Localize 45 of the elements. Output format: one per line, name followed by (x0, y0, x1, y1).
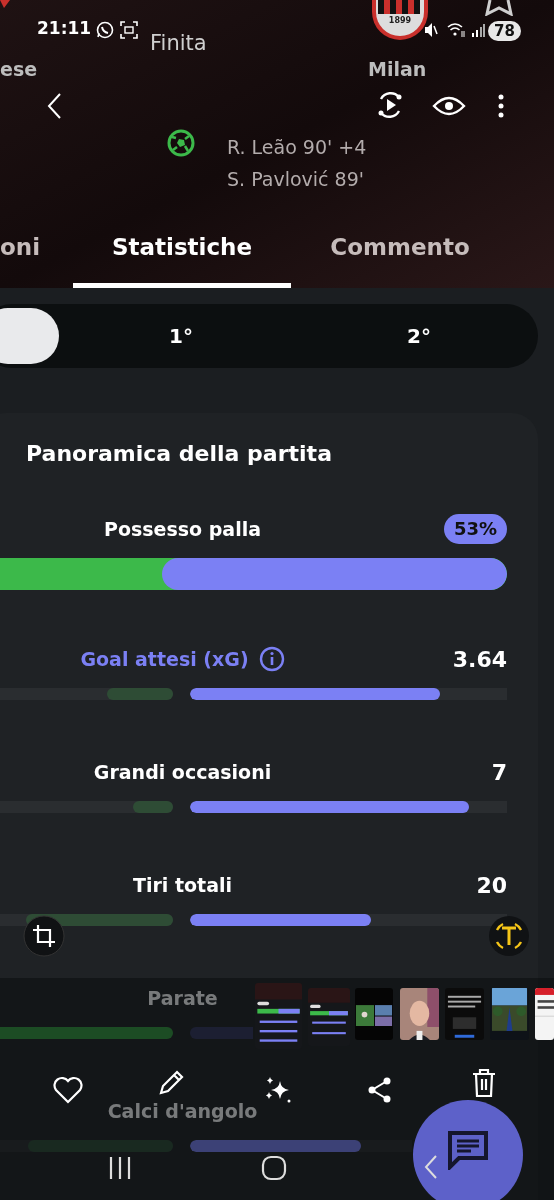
scorer-text: S. Pavlović 89' (227, 170, 364, 189)
tab[interactable]: Statistiche (73, 222, 291, 288)
sparkle-icon[interactable] (263, 1075, 293, 1105)
match-status: Finita (150, 33, 207, 54)
stat-label: Tiri totali (132, 872, 232, 898)
recent-apps-icon[interactable] (108, 1156, 132, 1180)
trash-icon[interactable] (471, 1068, 497, 1098)
stat-value: 20 (475, 871, 507, 900)
more-icon[interactable] (498, 94, 504, 118)
tab[interactable]: Commento (291, 222, 509, 288)
stat-label: Grandi occasioni (93, 759, 272, 785)
wifi-icon (447, 22, 465, 38)
status-time: 21:11 (37, 20, 92, 37)
stat-value: 3.64 (451, 645, 507, 674)
period-tab[interactable] (0, 308, 59, 364)
stat-value: 7 (490, 758, 507, 787)
stat-label: Goal attesi (xG) (80, 646, 249, 672)
stat-label: Parate (147, 985, 218, 1011)
tab[interactable]: oni (0, 222, 73, 288)
battery-indicator: 78 (488, 21, 521, 41)
stat-label: Possesso palla (102, 516, 262, 542)
eye-icon[interactable] (432, 94, 466, 118)
crest-text: 1899 (387, 17, 413, 25)
mute-icon (424, 22, 438, 38)
card-title: Panoramica della partita (26, 443, 333, 465)
ball-icon (167, 129, 195, 157)
share-icon[interactable] (367, 1076, 393, 1104)
screenshot-icon (120, 21, 138, 39)
stat-label: Calci d'angolo (107, 1098, 258, 1124)
team-name: Milan (368, 60, 427, 79)
info-icon[interactable] (258, 646, 285, 672)
pencil-icon[interactable] (158, 1068, 186, 1096)
crest-logo (372, 0, 428, 40)
scorer-text: R. Leão 90' +4 (227, 138, 367, 157)
period-tab[interactable]: 1° (59, 308, 303, 364)
period-tab[interactable]: 2° (303, 308, 535, 364)
team-name: ese (0, 60, 38, 79)
signal-icon (472, 23, 485, 37)
chat-icon (447, 1130, 489, 1170)
home-icon[interactable] (261, 1155, 287, 1181)
text-extract-icon[interactable] (488, 915, 530, 957)
heart-icon[interactable] (53, 1076, 83, 1104)
chat-app-icon (96, 21, 114, 39)
percentage-badge: 53% (443, 514, 507, 544)
crop-icon[interactable] (23, 915, 65, 957)
